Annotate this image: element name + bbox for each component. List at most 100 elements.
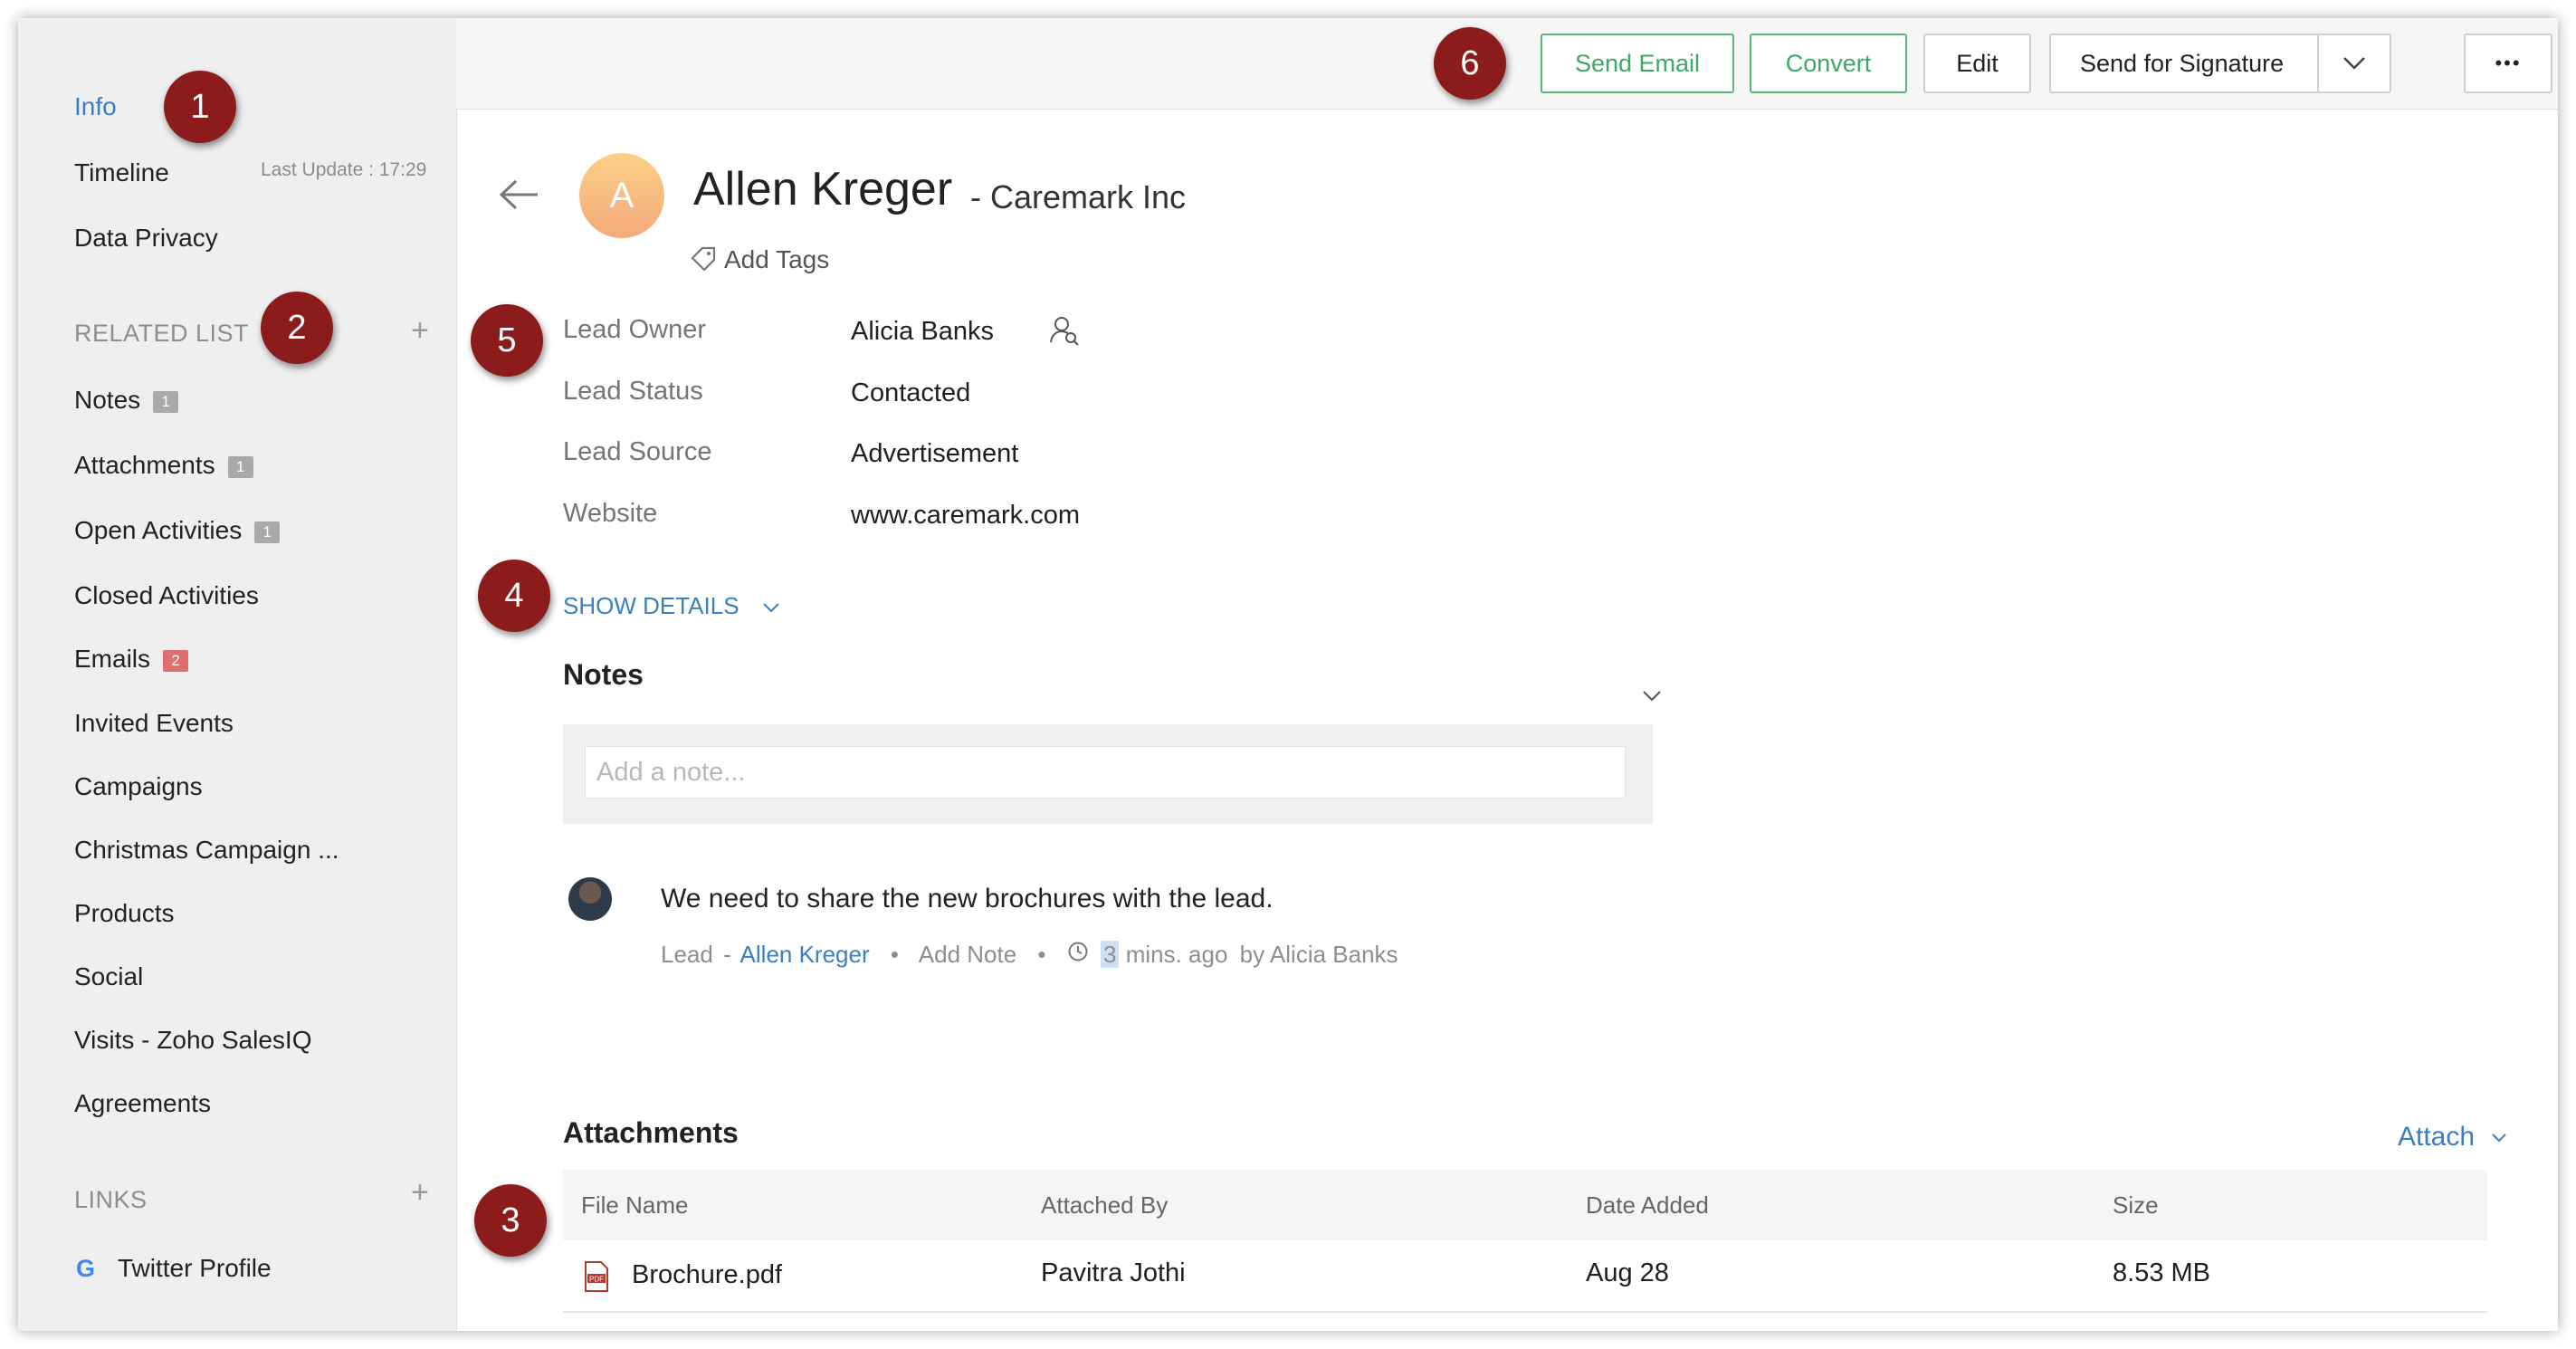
callout-badge-3: 3 [474, 1184, 547, 1257]
add-tags-label: Add Tags [724, 245, 830, 273]
sidebar-item-products[interactable]: Products [74, 899, 175, 928]
tag-icon [691, 246, 716, 272]
column-header-size: Size [2113, 1191, 2159, 1219]
chevron-down-icon [763, 603, 779, 613]
svg-text:PDF: PDF [589, 1276, 604, 1284]
sidebar-item-emails[interactable]: Emails 2 [74, 645, 189, 674]
attachments-table-header: File Name Attached By Date Added Size [563, 1170, 2487, 1240]
sidebar-item-invited-events[interactable]: Invited Events [74, 709, 234, 738]
pdf-file-icon: PDF [585, 1261, 608, 1292]
note-meta: Lead - Allen Kreger • Add Note • 3 mins.… [661, 941, 1398, 969]
send-email-button[interactable]: Send Email [1541, 33, 1734, 93]
table-row: PDF Brochure.pdf Pavitra Jothi Aug 28 8.… [563, 1240, 2487, 1313]
convert-button[interactable]: Convert [1750, 33, 1907, 93]
sidebar-item-social[interactable]: Social [74, 962, 143, 991]
sidebar-link-twitter-profile[interactable]: G Twitter Profile [76, 1254, 272, 1283]
sidebar-item-agreements[interactable]: Agreements [74, 1089, 211, 1118]
add-tags-button[interactable]: Add Tags [690, 245, 829, 274]
note-record-link[interactable]: Allen Kreger [740, 941, 870, 968]
sidebar-item-closed-activities[interactable]: Closed Activities [74, 581, 259, 610]
chevron-down-icon [2492, 1134, 2507, 1143]
lead-status-value: Contacted [851, 378, 971, 407]
send-for-signature-button[interactable]: Send for Signature [2049, 33, 2391, 93]
sidebar-item-notes[interactable]: Notes 1 [74, 386, 179, 415]
notes-heading: Notes [563, 658, 644, 691]
callout-badge-5: 5 [471, 304, 543, 377]
chevron-down-icon[interactable] [2342, 56, 2366, 71]
column-header-date-added: Date Added [1586, 1191, 1709, 1219]
count-badge: 1 [153, 390, 179, 413]
lead-status-label: Lead Status [563, 377, 703, 406]
callout-badge-6: 6 [1434, 27, 1506, 100]
sidebar-item-label: Open Activities [74, 516, 243, 544]
note-time-number: 3 [1100, 941, 1120, 968]
user-search-icon[interactable] [1048, 314, 1081, 347]
note-text: We need to share the new brochures with … [661, 884, 1274, 914]
record-company: - Caremark Inc [970, 178, 1187, 215]
google-icon: G [76, 1255, 96, 1282]
attach-label: Attach [2398, 1122, 2476, 1152]
sidebar-item-info[interactable]: Info [74, 92, 117, 121]
avatar: A [579, 153, 664, 238]
separator-dot: • [890, 941, 899, 968]
note-composer [563, 724, 1653, 824]
lead-source-value: Advertisement [851, 439, 1019, 468]
chevron-down-icon[interactable] [1642, 689, 1662, 702]
sidebar-link-label: Twitter Profile [118, 1254, 272, 1282]
lead-owner-value[interactable]: Alicia Banks [851, 317, 994, 347]
related-list-heading: RELATED LIST [74, 320, 250, 347]
attachment-attached-by: Pavitra Jothi [1041, 1258, 1186, 1287]
add-related-list-icon[interactable]: + [411, 315, 429, 346]
edit-button[interactable]: Edit [1923, 33, 2031, 93]
callout-badge-1: 1 [164, 71, 236, 143]
record-name: Allen Kreger [693, 163, 953, 215]
clock-icon [1068, 942, 1088, 962]
column-header-attached-by: Attached By [1041, 1191, 1169, 1219]
sidebar-item-attachments[interactable]: Attachments 1 [74, 451, 253, 480]
sidebar-item-timeline[interactable]: Timeline [74, 158, 169, 187]
note-dash: - [723, 941, 731, 968]
count-badge: 1 [227, 455, 253, 478]
callout-badge-2: 2 [261, 292, 333, 364]
sidebar-item-visits[interactable]: Visits - Zoho SalesIQ [74, 1026, 311, 1055]
crm-window: Info Timeline Last Update : 17:29 Data P… [18, 18, 2558, 1331]
sidebar-item-label: Notes [74, 386, 141, 414]
column-header-file-name: File Name [581, 1191, 689, 1219]
sidebar-item-label: Attachments [74, 451, 215, 479]
callout-badge-4: 4 [478, 560, 550, 632]
sidebar-item-open-activities[interactable]: Open Activities 1 [74, 516, 281, 545]
note-input[interactable] [585, 746, 1626, 799]
sidebar-item-data-privacy[interactable]: Data Privacy [74, 224, 218, 253]
more-actions-button[interactable]: ••• [2464, 33, 2552, 93]
separator-dot: • [1037, 941, 1046, 968]
add-link-icon[interactable]: + [411, 1177, 429, 1208]
note-by: by [1239, 941, 1265, 968]
attachment-date-added: Aug 28 [1586, 1258, 1669, 1287]
last-update-text: Last Update : 17:29 [261, 159, 427, 180]
note-time-label: mins. ago [1125, 941, 1228, 968]
sidebar: Info Timeline Last Update : 17:29 Data P… [18, 18, 457, 1331]
attachments-heading: Attachments [563, 1116, 739, 1149]
links-heading: LINKS [74, 1186, 148, 1213]
note-action: Add Note [918, 941, 1017, 968]
sidebar-item-christmas-campaign[interactable]: Christmas Campaign ... [74, 836, 339, 865]
note-author: Alicia Banks [1269, 941, 1398, 968]
button-divider [2317, 35, 2319, 91]
website-label: Website [563, 499, 658, 528]
sidebar-item-campaigns[interactable]: Campaigns [74, 772, 203, 801]
back-arrow-icon[interactable] [498, 178, 539, 211]
sidebar-item-label: Emails [74, 645, 151, 673]
count-badge: 1 [254, 521, 281, 543]
count-badge: 2 [163, 649, 189, 672]
show-details-toggle[interactable]: SHOW DETAILS [563, 592, 780, 620]
lead-owner-label: Lead Owner [563, 315, 706, 344]
show-details-label: SHOW DETAILS [563, 592, 739, 619]
record-toolbar: Send Email Convert Edit Send for Signatu… [456, 18, 2558, 110]
attachment-file-link[interactable]: Brochure.pdf [632, 1260, 782, 1290]
attachment-size: 8.53 MB [2113, 1258, 2210, 1287]
record-detail: A Allen Kreger - Caremark Inc Add Tags L… [456, 110, 2558, 1331]
avatar [568, 877, 612, 921]
attach-button[interactable]: Attach [2398, 1122, 2507, 1153]
note-record-type: Lead [661, 941, 713, 968]
website-value[interactable]: www.caremark.com [851, 501, 1080, 531]
